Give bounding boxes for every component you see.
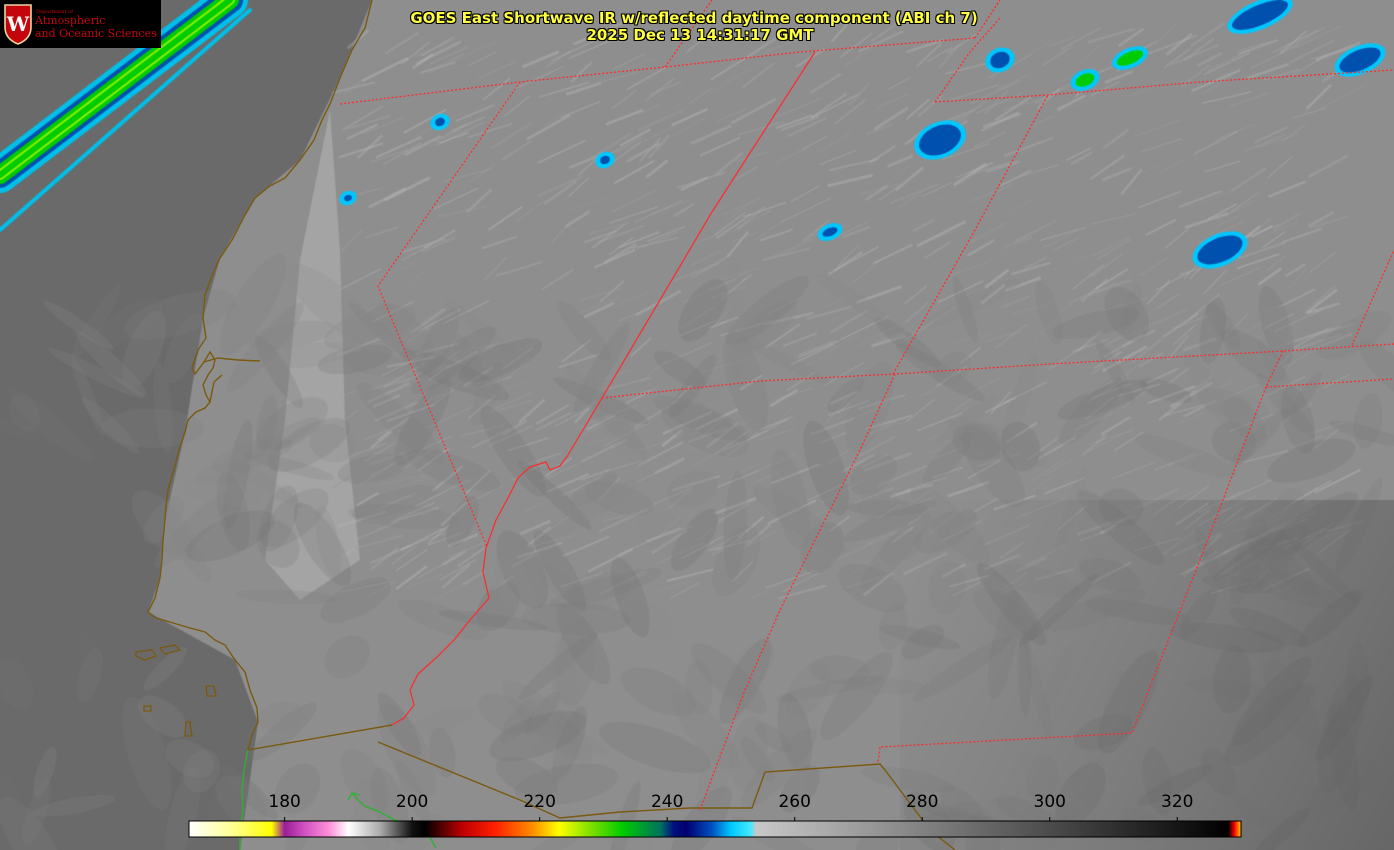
colorbar-tick-label: 320 <box>1161 792 1193 812</box>
temperature-colorbar: 180 200 220 240 260 280 300 320 <box>0 0 1394 850</box>
colorbar-tick-label: 220 <box>523 792 555 812</box>
satellite-map: W Department of Atmospheric and Oceanic … <box>0 0 1394 850</box>
colorbar-tick-label: 300 <box>1034 792 1066 812</box>
colorbar-tick-label: 200 <box>396 792 428 812</box>
colorbar-tick-label: 280 <box>906 792 938 812</box>
colorbar-tick-label: 240 <box>651 792 683 812</box>
colorbar-tick-label: 180 <box>268 792 300 812</box>
colorbar-gradient <box>189 821 1241 837</box>
colorbar-tick-label: 260 <box>778 792 810 812</box>
